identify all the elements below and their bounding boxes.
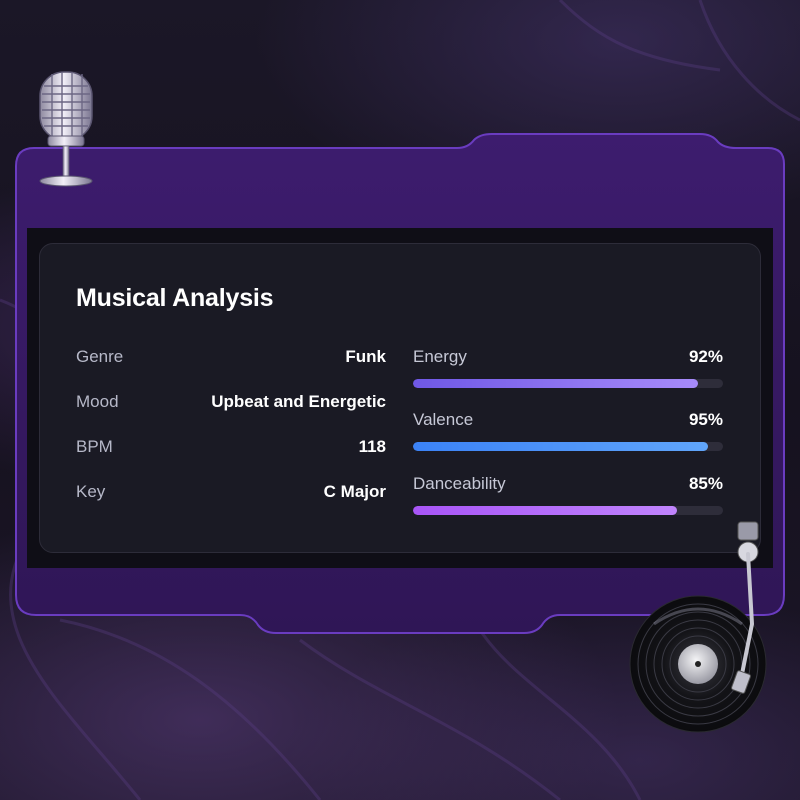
- valence-bar: [413, 442, 723, 451]
- energy-bar: [413, 379, 723, 388]
- danceability-label: Danceability: [413, 474, 506, 493]
- genre-value: Funk: [345, 347, 386, 366]
- energy-label: Energy: [413, 347, 467, 366]
- key-label: Key: [76, 482, 106, 501]
- danceability-value: 85%: [688, 474, 723, 493]
- genre-label: Genre: [76, 347, 124, 366]
- valence-label: Valence: [413, 410, 474, 429]
- panel-title: Musical Analysis: [76, 284, 274, 312]
- energy-bar-fill: [413, 379, 699, 388]
- mood-value: Upbeat and Energetic: [211, 392, 386, 411]
- bpm-label: BPM: [76, 437, 113, 456]
- mood-label: Mood: [76, 392, 119, 411]
- turntable-record-icon: [629, 521, 767, 733]
- energy-value: 92%: [688, 347, 723, 366]
- valence-bar-fill: [413, 442, 708, 451]
- bpm-value: 118: [358, 437, 386, 456]
- valence-value: 95%: [688, 410, 723, 429]
- microphone-icon: [39, 71, 93, 187]
- key-value: C Major: [323, 482, 386, 501]
